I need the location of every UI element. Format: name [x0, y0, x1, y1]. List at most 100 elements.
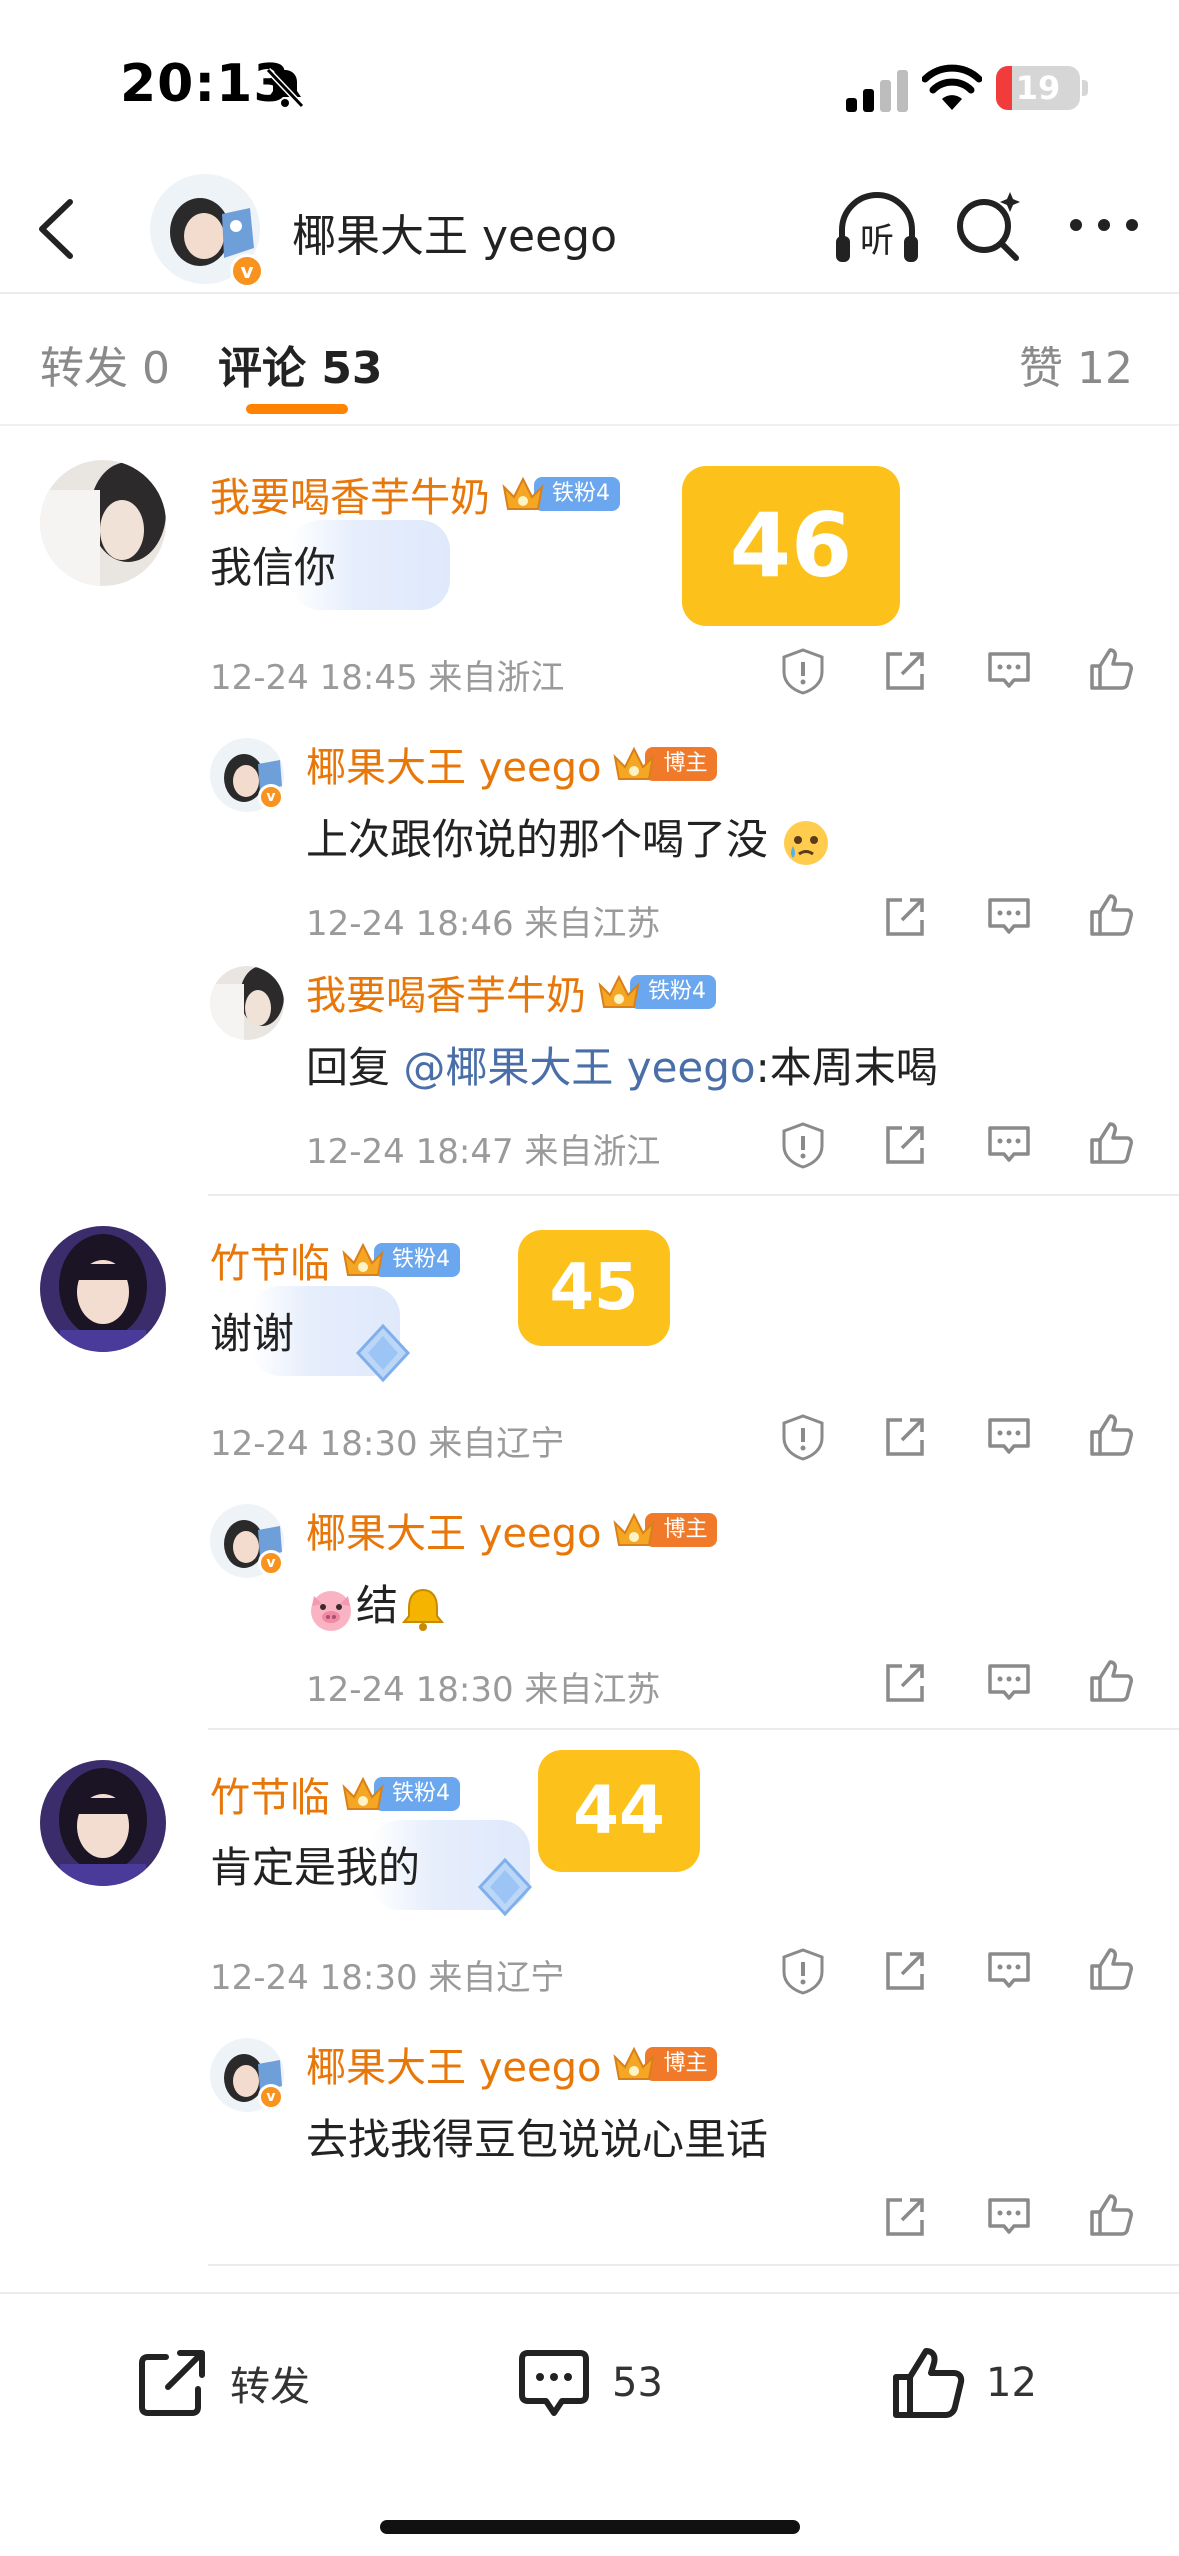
comment-text: 我信你 — [210, 543, 337, 592]
reply-author-name[interactable]: 椰果大王 yeego — [306, 1501, 601, 1559]
report-icon[interactable] — [778, 1946, 828, 1996]
share-icon[interactable] — [880, 892, 930, 942]
reply-location: 来自江苏 — [524, 904, 661, 944]
share-icon[interactable] — [880, 2192, 930, 2242]
like-button[interactable]: 12 — [888, 2338, 1037, 2428]
like-icon[interactable] — [1086, 1944, 1136, 1994]
tab-comments[interactable]: 评论 53 — [218, 332, 383, 396]
mention-link[interactable]: @椰果大王 yeego — [403, 1043, 755, 1092]
diamond-icon — [355, 1323, 411, 1383]
reply-time: 12-24 18:30 — [306, 1670, 514, 1710]
nav-bar: v 椰果大王 yeego 听 — [0, 160, 1179, 294]
battery-indicator: 19 — [996, 66, 1080, 110]
verified-badge: v — [258, 2084, 284, 2110]
fan-badge: 铁粉4 — [596, 972, 716, 1012]
commenter-avatar[interactable] — [40, 460, 166, 586]
host-badge: 博主 — [611, 744, 718, 784]
reply-icon[interactable] — [984, 1658, 1034, 1708]
listen-glyph: 听 — [860, 221, 894, 261]
reply-text: 结 — [306, 1572, 448, 1634]
reply-author-name[interactable]: 我要喝香芋牛奶 — [306, 963, 586, 1021]
reply-icon[interactable] — [984, 2192, 1034, 2242]
like-icon[interactable] — [1086, 1410, 1136, 1460]
crown-icon — [598, 974, 640, 1008]
like-count: 12 — [986, 2360, 1037, 2406]
fan-badge: 铁粉4 — [340, 1774, 460, 1814]
listen-icon[interactable]: 听 — [832, 190, 922, 270]
repost-label: 转发 — [230, 2364, 310, 2410]
commenter-name[interactable]: 竹节临 — [210, 1231, 330, 1289]
crown-icon — [502, 476, 544, 510]
crown-icon — [342, 1776, 384, 1810]
reply-location: 来自浙江 — [524, 1132, 661, 1172]
repost-button[interactable]: 转发 — [132, 2338, 310, 2428]
commenter-name[interactable]: 竹节临 — [210, 1765, 330, 1823]
reply-author-name[interactable]: 椰果大王 yeego — [306, 2035, 601, 2093]
like-icon[interactable] — [1086, 644, 1136, 694]
author-name[interactable]: 椰果大王 yeego — [292, 200, 617, 264]
pig-face-emoji — [311, 1590, 351, 1631]
report-icon[interactable] — [778, 1412, 828, 1462]
comment-location: 来自辽宁 — [428, 1424, 565, 1464]
status-bar: 20:13 19 — [0, 0, 1179, 160]
share-icon[interactable] — [880, 646, 930, 696]
reply-time: 12-24 18:46 — [306, 904, 514, 944]
comment-time: 12-24 18:30 — [210, 1424, 418, 1464]
commenter-name[interactable]: 我要喝香芋牛奶 — [210, 465, 490, 523]
reply-icon[interactable] — [984, 1412, 1034, 1462]
battery-cap — [1082, 80, 1088, 96]
report-icon[interactable] — [778, 1120, 828, 1170]
comment-icon — [519, 2350, 589, 2416]
share-icon[interactable] — [880, 1658, 930, 1708]
reply-icon[interactable] — [984, 892, 1034, 942]
bell-off-icon — [265, 67, 305, 109]
commenter-avatar[interactable] — [40, 1760, 166, 1886]
verified-badge: v — [258, 784, 284, 810]
repost-icon — [139, 2350, 205, 2416]
reply-icon[interactable] — [984, 1120, 1034, 1170]
back-icon[interactable] — [30, 194, 90, 264]
reply-text: 上次跟你说的那个喝了没 — [306, 806, 831, 868]
like-icon[interactable] — [1086, 890, 1136, 940]
reply-icon[interactable] — [984, 1946, 1034, 1996]
share-icon[interactable] — [880, 1412, 930, 1462]
comment-location: 来自浙江 — [428, 658, 565, 698]
tab-likes[interactable]: 赞 12 — [1019, 332, 1133, 396]
crown-icon — [613, 2046, 656, 2080]
like-icon[interactable] — [1086, 1118, 1136, 1168]
verified-badge: v — [230, 254, 264, 288]
reply-location: 来自江苏 — [524, 1670, 661, 1710]
reply-avatar[interactable] — [210, 966, 284, 1040]
signal-icon — [846, 70, 908, 112]
battery-level: 19 — [1015, 69, 1061, 107]
like-icon[interactable] — [1086, 1656, 1136, 1706]
crown-icon — [342, 1242, 384, 1276]
commenter-avatar[interactable] — [40, 1226, 166, 1352]
comment-divider — [208, 2264, 1179, 2266]
crown-icon — [613, 1512, 656, 1546]
reply-icon[interactable] — [984, 646, 1034, 696]
comment-count: 53 — [612, 2360, 663, 2406]
fan-badge: 铁粉4 — [500, 474, 620, 514]
wifi-icon — [922, 64, 982, 110]
active-tab-indicator — [246, 404, 348, 414]
teary-face-emoji — [784, 820, 829, 865]
reply-author-name[interactable]: 椰果大王 yeego — [306, 735, 601, 793]
search-icon[interactable] — [952, 186, 1028, 266]
comment-rank-badge: 46 — [682, 466, 900, 626]
comment-rank-badge: 44 — [538, 1750, 700, 1872]
like-icon[interactable] — [1086, 2190, 1136, 2240]
report-icon[interactable] — [778, 646, 828, 696]
comment-rank-badge: 45 — [518, 1230, 670, 1346]
share-icon[interactable] — [880, 1120, 930, 1170]
reply-time: 12-24 18:47 — [306, 1132, 514, 1172]
comment-button[interactable]: 53 — [514, 2338, 663, 2428]
host-badge: 博主 — [611, 1510, 718, 1550]
bell-emoji — [401, 1588, 445, 1631]
tab-repost[interactable]: 转发 0 — [40, 332, 170, 396]
more-icon[interactable] — [1064, 210, 1144, 240]
comment-divider — [208, 1194, 1179, 1196]
comment-time: 12-24 18:30 — [210, 1958, 418, 1998]
comment-text: 谢谢 — [210, 1309, 295, 1358]
share-icon[interactable] — [880, 1946, 930, 1996]
